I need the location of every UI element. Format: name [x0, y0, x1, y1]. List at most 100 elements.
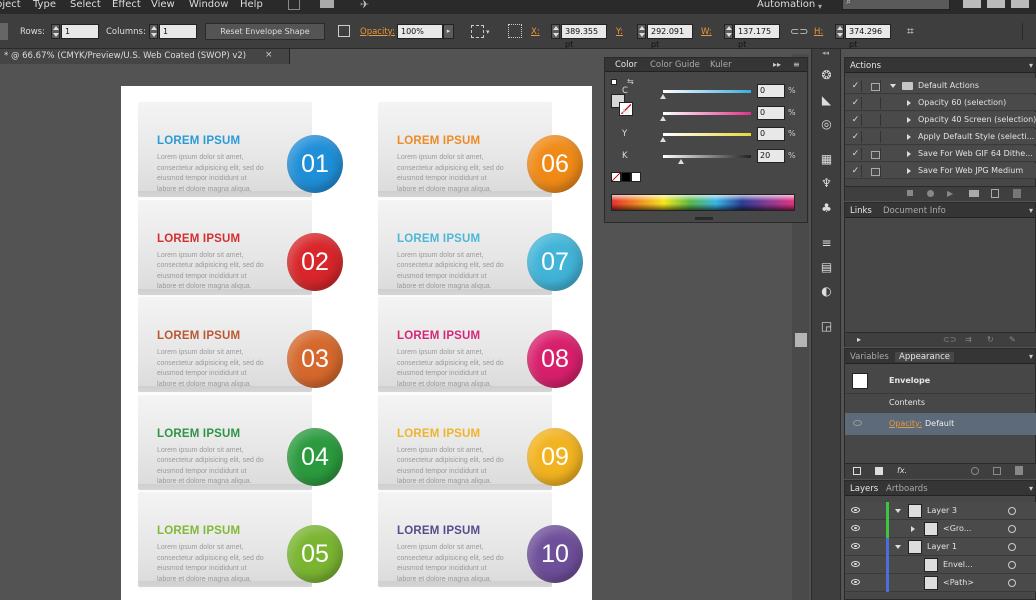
- layer-row[interactable]: Envel...: [845, 556, 1036, 574]
- menu-window[interactable]: Window: [189, 0, 228, 10]
- slider-track[interactable]: [663, 154, 751, 158]
- edit-original-icon[interactable]: ✎: [1009, 335, 1016, 344]
- infographic-card[interactable]: LOREM IPSUM Lorem ipsum dolor sit amet, co…: [361, 199, 593, 299]
- checkmark-icon[interactable]: ✓: [850, 114, 862, 126]
- expand-arrow-icon[interactable]: [911, 526, 915, 532]
- scrollbar-thumb[interactable]: [795, 333, 807, 347]
- swatches-icon[interactable]: ▦: [819, 153, 834, 166]
- menu-effect[interactable]: Effect: [112, 0, 141, 10]
- slider-value-input[interactable]: 0: [757, 127, 785, 141]
- layout-grid-icon[interactable]: [338, 25, 350, 37]
- stroke-icon[interactable]: ≡: [819, 237, 834, 250]
- visibility-icon[interactable]: [853, 420, 862, 426]
- bridge-icon[interactable]: [288, 0, 300, 10]
- menu-object[interactable]: bject: [0, 0, 21, 10]
- layer-row[interactable]: <Path>: [845, 574, 1036, 592]
- target-icon[interactable]: [1008, 561, 1016, 569]
- rows-input[interactable]: 1: [61, 24, 99, 39]
- slider-value-input[interactable]: 20: [757, 148, 785, 163]
- brushes-icon[interactable]: ♆: [819, 177, 834, 190]
- checkmark-icon[interactable]: ✓: [850, 131, 862, 143]
- expand-arrow-icon[interactable]: [907, 134, 911, 140]
- expand-arrow-icon[interactable]: [907, 117, 911, 123]
- action-row[interactable]: ✓ Opacity 60 (selection): [845, 95, 1036, 111]
- layer-label[interactable]: Envel...: [943, 560, 973, 569]
- slider-knob[interactable]: [660, 137, 666, 142]
- transform-icon[interactable]: ⌗: [907, 24, 914, 39]
- new-set-icon[interactable]: [969, 190, 979, 197]
- y-input[interactable]: 292.091 pt: [647, 24, 693, 49]
- infographic-card[interactable]: LOREM IPSUM Lorem ipsum dolor sit amet, co…: [121, 101, 353, 201]
- slider-knob[interactable]: [677, 158, 684, 164]
- arrange-documents-icon[interactable]: [320, 0, 334, 8]
- delete-icon[interactable]: [1013, 189, 1021, 198]
- minimize-button[interactable]: [963, 0, 981, 8]
- transparency-icon[interactable]: ◐: [819, 285, 834, 298]
- record-icon[interactable]: [927, 190, 934, 197]
- x-stepper[interactable]: [551, 24, 560, 39]
- checkmark-icon[interactable]: ✓: [850, 165, 862, 177]
- color-panel-icon[interactable]: ❂: [819, 69, 834, 82]
- target-icon[interactable]: [1008, 525, 1016, 533]
- slider-track[interactable]: [663, 90, 751, 93]
- checkmark-icon[interactable]: ✓: [850, 80, 862, 92]
- layer-label[interactable]: Layer 3: [927, 506, 957, 515]
- tab-color[interactable]: Color: [615, 60, 637, 70]
- expand-arrow-icon[interactable]: [907, 151, 911, 157]
- search-input[interactable]: [842, 0, 950, 10]
- tab-actions[interactable]: Actions: [850, 61, 881, 71]
- go-to-link-icon[interactable]: ⇉: [965, 335, 972, 344]
- columns-stepper[interactable]: [149, 24, 158, 39]
- envelope-options-icon[interactable]: [0, 23, 8, 40]
- slider-value-input[interactable]: 0: [757, 105, 785, 120]
- panel-menu-icon[interactable]: [1022, 23, 1034, 40]
- infographic-card[interactable]: LOREM IPSUM Lorem ipsum dolor sit amet, co…: [121, 394, 353, 494]
- expand-arrow-icon[interactable]: [895, 545, 901, 549]
- dialog-toggle-icon[interactable]: [869, 80, 881, 92]
- opacity-slider-arrow-icon[interactable]: ▸: [443, 24, 454, 39]
- w-label[interactable]: W:: [701, 27, 712, 37]
- layer-label[interactable]: <Path>: [943, 578, 974, 587]
- new-action-icon[interactable]: [991, 189, 999, 198]
- target-icon[interactable]: [1008, 543, 1016, 551]
- y-stepper[interactable]: [637, 24, 646, 39]
- infographic-card[interactable]: LOREM IPSUM Lorem ipsum dolor sit amet, co…: [121, 199, 353, 299]
- chevron-down-icon[interactable]: ▾: [818, 2, 822, 11]
- tab-layers[interactable]: Layers: [850, 484, 878, 494]
- h-stepper[interactable]: [835, 24, 844, 39]
- y-label[interactable]: Y:: [616, 27, 623, 37]
- none-swatch[interactable]: [611, 172, 621, 182]
- duplicate-item-icon[interactable]: [993, 467, 1001, 475]
- tab-variables[interactable]: Variables: [850, 352, 889, 362]
- checkmark-icon[interactable]: ✓: [850, 97, 862, 109]
- add-fill-icon[interactable]: [875, 467, 883, 475]
- stop-icon[interactable]: [907, 190, 913, 196]
- artboard[interactable]: LOREM IPSUM Lorem ipsum dolor sit amet, co…: [121, 86, 592, 600]
- opacity-label[interactable]: Opacity:: [889, 419, 922, 428]
- relink-icon[interactable]: ⊂⊃: [943, 335, 956, 344]
- eye-icon[interactable]: [851, 579, 860, 585]
- panel-menu-icon[interactable]: ▾: [1029, 484, 1033, 493]
- layer-row[interactable]: Layer 1: [845, 538, 1036, 556]
- dialog-toggle-icon[interactable]: [869, 131, 881, 143]
- appearance-contents[interactable]: Contents: [889, 398, 925, 407]
- layer-row[interactable]: <Gro...: [845, 520, 1036, 538]
- target-icon[interactable]: [1008, 507, 1016, 515]
- infographic-card[interactable]: LOREM IPSUM Lorem ipsum dolor sit amet, co…: [361, 394, 593, 494]
- h-input[interactable]: 374.296 pt: [845, 24, 891, 49]
- target-icon[interactable]: [1008, 579, 1016, 587]
- update-link-icon[interactable]: ↻: [987, 335, 994, 344]
- x-label[interactable]: X:: [531, 27, 540, 37]
- columns-input[interactable]: 1: [159, 24, 197, 39]
- menu-type[interactable]: Type: [33, 0, 56, 10]
- play-icon[interactable]: ▶: [947, 189, 953, 198]
- action-row[interactable]: ✓ Save For Web JPG Medium: [845, 163, 1036, 179]
- infographic-card[interactable]: LOREM IPSUM Lorem ipsum dolor sit amet, co…: [361, 491, 593, 591]
- panel-collapse-icon[interactable]: ▸▸: [773, 60, 781, 69]
- panel-menu-icon[interactable]: ▾: [1029, 206, 1033, 215]
- white-swatch[interactable]: [631, 172, 641, 182]
- layer-row[interactable]: Layer 3: [845, 502, 1036, 520]
- panel-menu-icon[interactable]: ▾: [1029, 352, 1033, 361]
- panel-menu-icon[interactable]: ▾: [1029, 61, 1033, 70]
- kuler-icon[interactable]: ◎: [819, 118, 834, 131]
